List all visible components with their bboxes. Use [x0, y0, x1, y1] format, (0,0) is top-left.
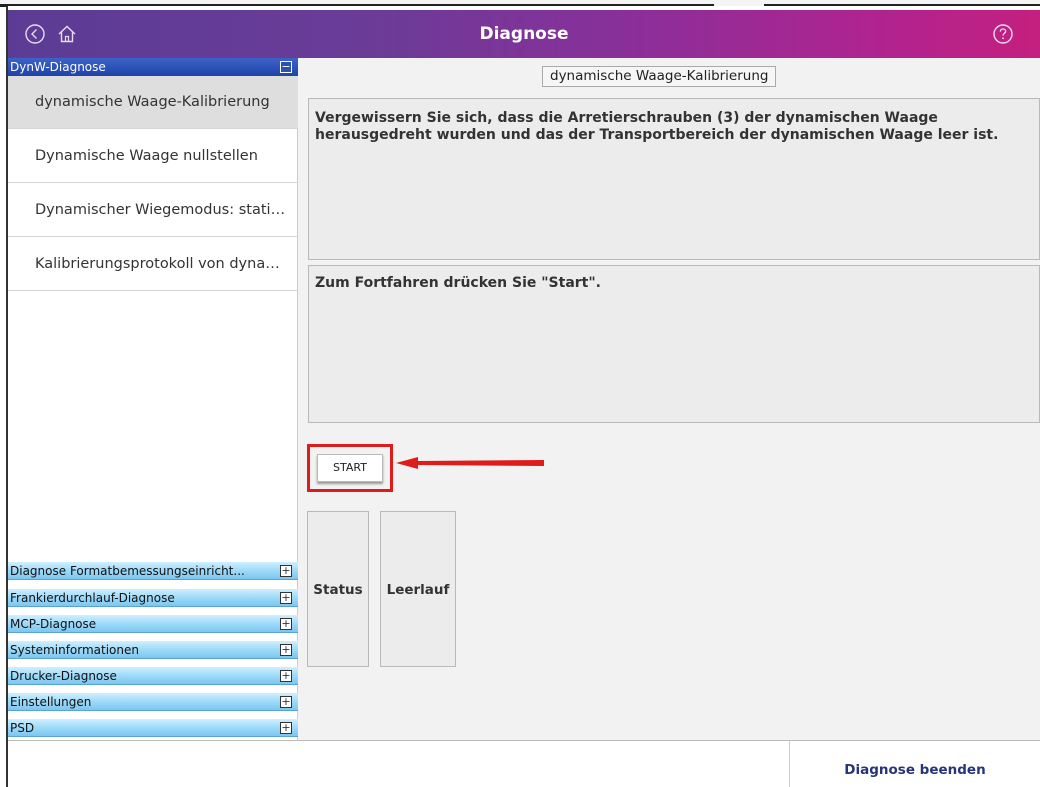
prompt-text: Zum Fortfahren drücken Sie "Start".	[315, 275, 601, 291]
section-label: MCP-Diagnose	[10, 617, 97, 631]
section-label: Diagnose Formatbemessungseinricht...	[10, 564, 245, 578]
section-label: PSD	[10, 721, 35, 735]
help-icon[interactable]	[992, 23, 1014, 45]
footer-bar: Diagnose beenden	[8, 740, 1040, 787]
section-einstellungen[interactable]: Einstellungen +	[8, 693, 298, 711]
header-bar: Diagnose	[8, 10, 1040, 58]
page-title: Diagnose	[479, 24, 569, 44]
sidebar: DynW-Diagnose − dynamische Waage-Kalibri…	[8, 58, 298, 740]
expand-icon[interactable]: +	[280, 722, 292, 734]
pointer-arrow-icon	[396, 457, 544, 469]
expand-icon[interactable]: +	[280, 670, 292, 682]
section-drucker-diagnose[interactable]: Drucker-Diagnose +	[8, 667, 298, 685]
expand-icon[interactable]: +	[280, 644, 292, 656]
section-label: Systeminformationen	[10, 643, 139, 657]
section-label: Drucker-Diagnose	[10, 669, 117, 683]
status-value: Leerlauf	[380, 511, 456, 667]
prompt-box: Zum Fortfahren drücken Sie "Start".	[308, 265, 1040, 423]
main-panel: dynamische Waage-Kalibrierung Vergewisse…	[298, 58, 1040, 740]
section-systeminformationen[interactable]: Systeminformationen +	[8, 641, 298, 659]
procedure-title: dynamische Waage-Kalibrierung	[542, 66, 777, 87]
section-mcp-diagnose[interactable]: MCP-Diagnose +	[8, 615, 298, 633]
section-formatbemessung[interactable]: Diagnose Formatbemessungseinricht... +	[8, 562, 298, 580]
start-button[interactable]: START	[317, 454, 383, 482]
instruction-text: Vergewissern Sie sich, dass die Arretier…	[315, 110, 999, 143]
start-highlight-frame: START	[307, 444, 393, 492]
expand-icon[interactable]: +	[280, 618, 292, 630]
section-frankierdurchlauf[interactable]: Frankierdurchlauf-Diagnose +	[8, 589, 298, 607]
sidebar-item-wiegemodus[interactable]: Dynamischer Wiegemodus: statis...	[8, 184, 298, 237]
status-label: Status	[307, 511, 369, 667]
section-label: Frankierdurchlauf-Diagnose	[10, 591, 175, 605]
instruction-box: Vergewissern Sie sich, dass die Arretier…	[308, 98, 1040, 260]
sidebar-item-waage-nullstellen[interactable]: Dynamische Waage nullstellen	[8, 130, 298, 183]
section-psd[interactable]: PSD +	[8, 719, 298, 737]
expand-icon[interactable]: +	[280, 592, 292, 604]
sidebar-item-kalibrierungsprotokoll[interactable]: Kalibrierungsprotokoll von dynami...	[8, 238, 298, 291]
expand-icon[interactable]: +	[280, 565, 292, 577]
section-label: DynW-Diagnose	[10, 60, 106, 74]
exit-diagnose-button[interactable]: Diagnose beenden	[790, 741, 1040, 787]
sidebar-item-waage-kalibrierung[interactable]: dynamische Waage-Kalibrierung	[8, 76, 298, 129]
section-label: Einstellungen	[10, 695, 92, 709]
collapse-icon[interactable]: −	[280, 61, 292, 73]
expand-icon[interactable]: +	[280, 696, 292, 708]
section-dynw-diagnose[interactable]: DynW-Diagnose −	[8, 58, 298, 76]
